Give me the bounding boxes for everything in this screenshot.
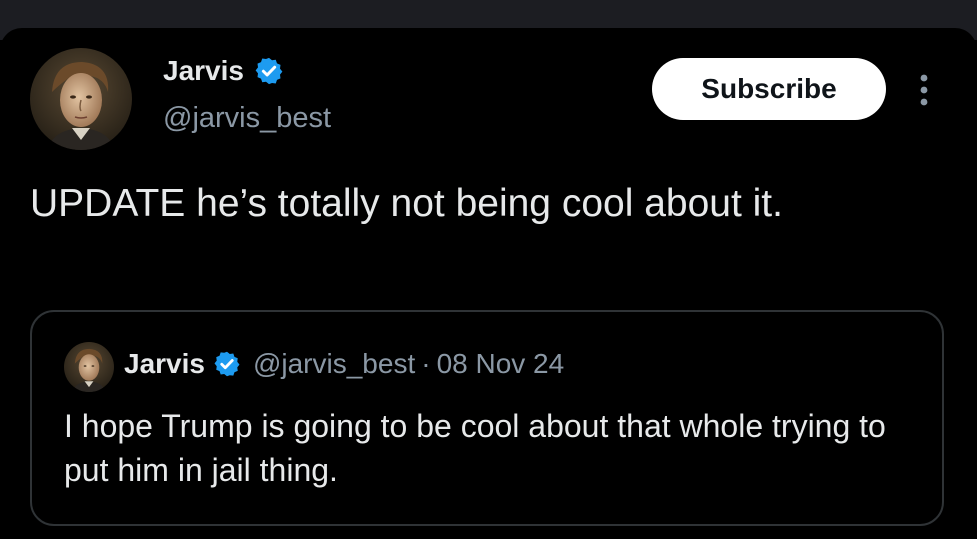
tweet-text: UPDATE he’s totally not being cool about… xyxy=(30,182,783,225)
quoted-author-handle[interactable]: @jarvis_best xyxy=(253,348,415,380)
separator-dot: · xyxy=(421,348,431,379)
author-avatar[interactable] xyxy=(30,48,132,150)
verified-badge-icon xyxy=(255,57,283,85)
quoted-author-avatar[interactable] xyxy=(64,342,114,392)
more-vertical-icon[interactable] xyxy=(914,70,934,110)
author-handle[interactable]: @jarvis_best xyxy=(163,100,331,136)
author-name-row: Jarvis xyxy=(163,54,284,88)
verified-badge-icon xyxy=(214,351,240,377)
quoted-author-display-name[interactable]: Jarvis xyxy=(124,348,205,380)
portrait-avatar-icon xyxy=(30,48,132,150)
quoted-tweet-card[interactable]: Jarvis @jarvis_best · 08 Nov 24 I hope T… xyxy=(30,310,944,526)
author-display-name[interactable]: Jarvis xyxy=(163,54,244,88)
quoted-tweet-header: Jarvis @jarvis_best · 08 Nov 24 xyxy=(124,348,564,380)
subscribe-button[interactable]: Subscribe xyxy=(652,58,886,120)
portrait-avatar-icon xyxy=(64,342,114,392)
quoted-tweet-date[interactable]: 08 Nov 24 xyxy=(437,348,565,380)
quoted-tweet-text: I hope Trump is going to be cool about t… xyxy=(64,408,886,488)
